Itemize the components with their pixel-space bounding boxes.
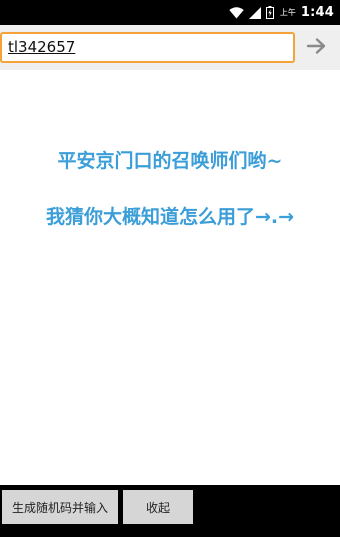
page-content: 平安京门口的召唤师们哟~ 我猜你大概知道怎么用了→.→	[0, 70, 340, 485]
bottom-bar: 生成随机码并输入 收起	[0, 485, 340, 537]
collapse-button[interactable]: 收起	[123, 490, 193, 524]
go-button[interactable]	[297, 32, 337, 63]
status-period-label: 上午	[279, 8, 296, 17]
hint-text: 我猜你大概知道怎么用了→.→	[45, 206, 295, 228]
status-bar: 上午 1:44	[0, 0, 340, 25]
greeting-text: 平安京门口的召唤师们哟~	[57, 150, 283, 172]
battery-icon	[265, 6, 274, 19]
wifi-icon	[229, 6, 244, 19]
status-time: 1:44	[300, 5, 334, 20]
signal-icon	[248, 6, 261, 19]
url-bar: tl342657	[0, 25, 340, 70]
generate-random-code-button[interactable]: 生成随机码并输入	[2, 490, 118, 524]
url-input-value: tl342657	[8, 38, 76, 56]
arrow-right-icon	[306, 37, 328, 59]
url-input[interactable]: tl342657	[0, 32, 295, 63]
